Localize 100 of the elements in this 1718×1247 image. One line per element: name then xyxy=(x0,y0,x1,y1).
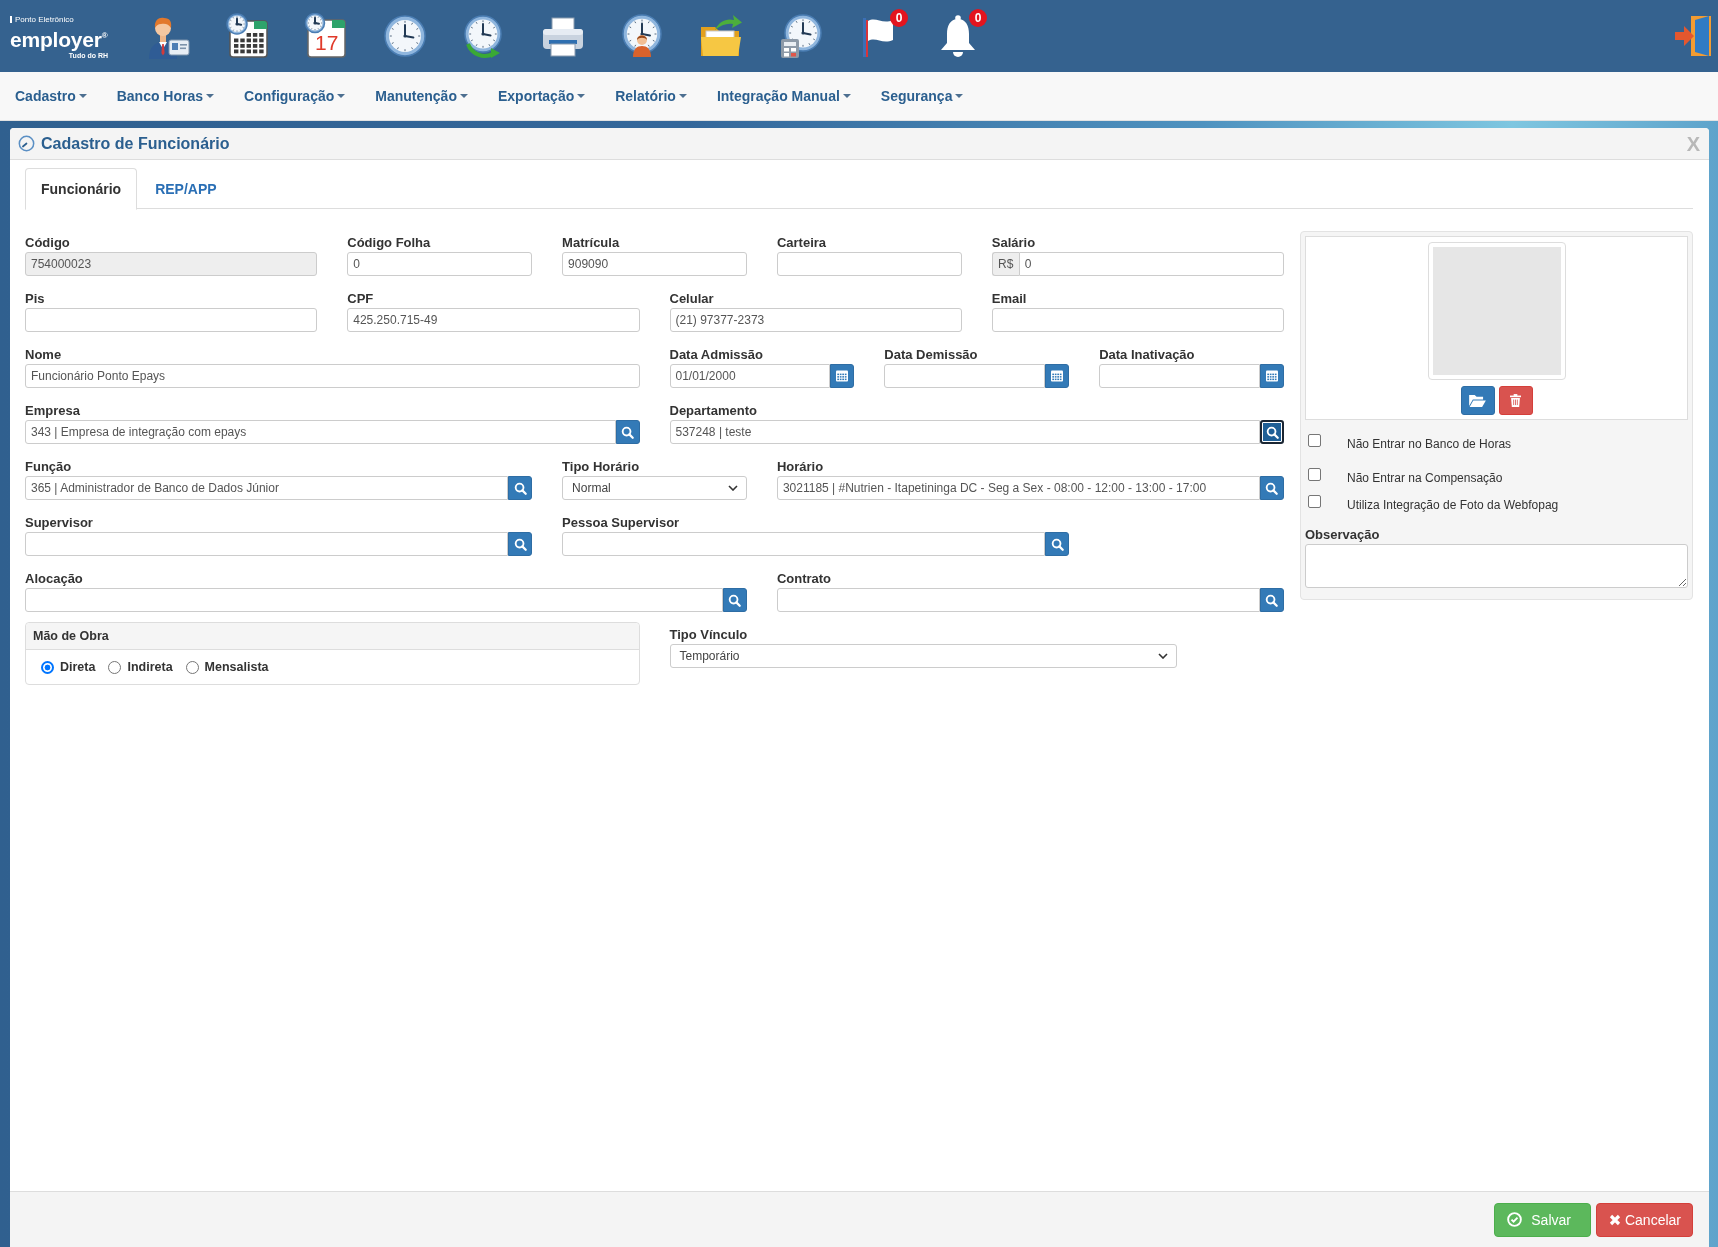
lookup-field[interactable] xyxy=(25,532,509,556)
lookup-field[interactable] xyxy=(562,532,1046,556)
text-field[interactable]: 909090 xyxy=(562,252,747,276)
menu-item[interactable]: Cadastro xyxy=(15,88,87,104)
caret-icon xyxy=(678,94,687,98)
window-title: Cadastro de Funcionário xyxy=(41,134,231,153)
field-label: Empresa xyxy=(25,403,81,418)
checkbox[interactable] xyxy=(1308,495,1321,508)
clock-calculator-icon[interactable] xyxy=(778,13,822,59)
caret-icon xyxy=(955,94,964,98)
select-field[interactable]: Normal xyxy=(562,476,747,500)
radio-option[interactable]: Mensalista xyxy=(185,660,269,674)
radio-button[interactable] xyxy=(108,660,122,674)
search-icon xyxy=(1050,537,1064,551)
radio-button[interactable] xyxy=(185,660,199,674)
field-label: Salário xyxy=(991,235,1037,250)
field-label: Tipo Vínculo xyxy=(669,627,749,642)
dial-icon xyxy=(18,135,35,152)
checkbox[interactable] xyxy=(1308,468,1321,481)
folder-button[interactable] xyxy=(1460,386,1495,415)
menu-item[interactable]: Segurança xyxy=(880,88,964,104)
calendar-clock-icon[interactable] xyxy=(225,13,269,59)
count-badge: 0 xyxy=(969,9,987,27)
radio-button[interactable] xyxy=(41,660,54,674)
tab[interactable]: REP/APP xyxy=(139,168,233,209)
date-picker-button[interactable] xyxy=(830,364,855,388)
text-field[interactable] xyxy=(776,252,962,276)
tab[interactable]: Funcionário xyxy=(25,168,138,210)
text-field[interactable]: 0 xyxy=(347,252,533,276)
field-label: Código xyxy=(25,235,71,250)
field-label: Email xyxy=(991,291,1028,306)
field-label: Data Demissão xyxy=(884,347,979,362)
lookup-field[interactable]: 343 | Empresa de integração com epays xyxy=(25,420,616,444)
caret-icon xyxy=(577,94,586,98)
field-label: Função xyxy=(25,459,73,474)
date-field[interactable] xyxy=(1099,364,1260,388)
folder-icon xyxy=(1469,394,1486,407)
checkbox-option[interactable]: Não Entrar no Banco de Horas xyxy=(1305,434,1512,452)
field-label: Contrato xyxy=(776,571,833,586)
menu-item[interactable]: Manutenção xyxy=(375,88,468,104)
field-label: Observação xyxy=(1305,527,1381,542)
count-badge: 0 xyxy=(890,9,908,27)
lookup-field[interactable] xyxy=(25,588,723,612)
field-label: Departamento xyxy=(669,403,758,418)
checkbox[interactable] xyxy=(1308,434,1321,447)
clock-person-icon[interactable] xyxy=(620,13,664,59)
search-icon xyxy=(513,481,527,495)
folder-arrow-icon[interactable] xyxy=(699,13,743,59)
text-field[interactable]: 0 xyxy=(1018,252,1284,276)
field-label: Nome xyxy=(25,347,63,362)
panel-heading: Mão de Obra xyxy=(26,623,639,650)
text-field[interactable] xyxy=(991,308,1284,332)
select-field[interactable]: Temporário xyxy=(669,644,1177,668)
field-label: Supervisor xyxy=(25,515,94,530)
text-field[interactable]: (21) 97377-2373 xyxy=(669,308,962,332)
date-picker-button[interactable] xyxy=(1260,364,1284,388)
menu-item[interactable]: Banco Horas xyxy=(116,88,215,104)
lookup-field[interactable]: 3021185 | #Nutrien - Itapetininga DC - Seg a Sex - 08:00 - 12:00 - 13:00 - 17:00 xyxy=(776,476,1260,500)
field-label: CPF xyxy=(347,291,375,306)
menu-item[interactable]: Integração Manual xyxy=(716,88,851,104)
door-arrow-icon[interactable] xyxy=(1673,13,1713,59)
text-field[interactable]: 425.250.715-49 xyxy=(347,308,640,332)
date-field[interactable]: 01/01/2000 xyxy=(669,364,831,388)
notes-field[interactable] xyxy=(1305,544,1688,588)
checkbox-option[interactable]: Não Entrar na Compensação xyxy=(1305,468,1503,486)
logo-wordmark: employer$^{®}$ xyxy=(10,26,109,51)
calendar-icon[interactable] xyxy=(304,13,348,59)
cancel-button[interactable]: Cancelar xyxy=(1595,1202,1693,1237)
search-icon xyxy=(1265,481,1279,495)
text-field[interactable]: Funcionário Ponto Epays xyxy=(25,364,640,388)
date-field[interactable] xyxy=(884,364,1046,388)
search-icon xyxy=(1265,425,1279,439)
lookup-field[interactable]: 365 | Administrador de Banco de Dados Júnior xyxy=(25,476,509,500)
field-label: Data Inativação xyxy=(1099,347,1196,362)
radio-option[interactable]: Direta xyxy=(41,660,96,674)
clock-icon[interactable] xyxy=(383,13,427,59)
search-button[interactable] xyxy=(1260,420,1284,444)
field-label: Horário xyxy=(776,459,825,474)
checkbox-option[interactable]: Utiliza Integração de Foto da Webfopag xyxy=(1305,495,1559,513)
lookup-field[interactable] xyxy=(776,588,1260,612)
check-circle-icon xyxy=(1507,1212,1523,1227)
lookup-field[interactable]: 537248 | teste xyxy=(669,420,1260,444)
field-label: Pessoa Supervisor xyxy=(562,515,681,530)
field-label: Celular xyxy=(669,291,715,306)
caret-icon xyxy=(337,94,346,98)
delete-button[interactable] xyxy=(1498,386,1533,415)
field-label: Alocação xyxy=(25,571,84,586)
calendar-icon xyxy=(1266,370,1278,382)
radio-option[interactable]: Indireta xyxy=(108,660,173,674)
caret-icon xyxy=(206,94,215,98)
menu-item[interactable]: Exportação xyxy=(497,88,586,104)
calendar-icon xyxy=(1051,370,1064,382)
text-field[interactable] xyxy=(25,308,318,332)
date-picker-button[interactable] xyxy=(1045,364,1070,388)
field-label: Carteira xyxy=(776,235,828,250)
caret-icon xyxy=(78,94,87,98)
currency-prefix: R$ xyxy=(991,252,1019,276)
menu-item[interactable]: Relatório xyxy=(615,88,687,104)
menu-item[interactable]: Configuração xyxy=(244,88,346,104)
logo-tagline: Ponto Eletrônico xyxy=(15,14,74,25)
